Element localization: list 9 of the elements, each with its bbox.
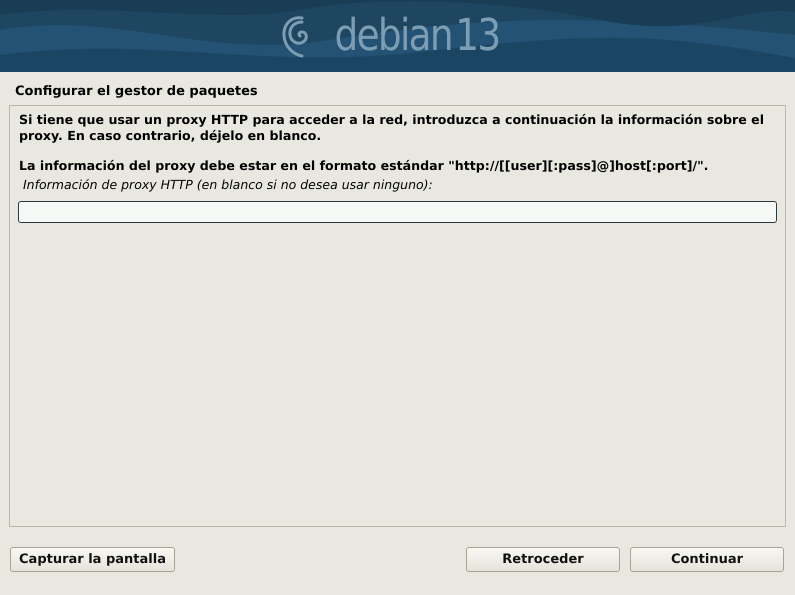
proxy-input-field[interactable]: [18, 201, 777, 223]
page-title: Configurar el gestor de paquetes: [14, 83, 259, 101]
field-label: Información de proxy HTTP (en blanco si no desea usar ninguno):: [22, 177, 434, 192]
debian-logo-text: debian13: [335, 14, 500, 58]
continue-button[interactable]: Continuar: [630, 547, 784, 572]
back-button[interactable]: Retroceder: [466, 547, 620, 572]
instruction-text: Si tiene que usar un proxy HTTP para acceder a la red, introduzca a continuación la información sobre el proxy. En caso contrario, déjelo en blanco.: [19, 112, 766, 144]
instruction-text: La información del proxy debe estar en el formato estándar "http://[[user][:pass]@]host[:port]/".: [19, 158, 710, 174]
screenshot-button[interactable]: Capturar la pantalla: [10, 547, 175, 572]
